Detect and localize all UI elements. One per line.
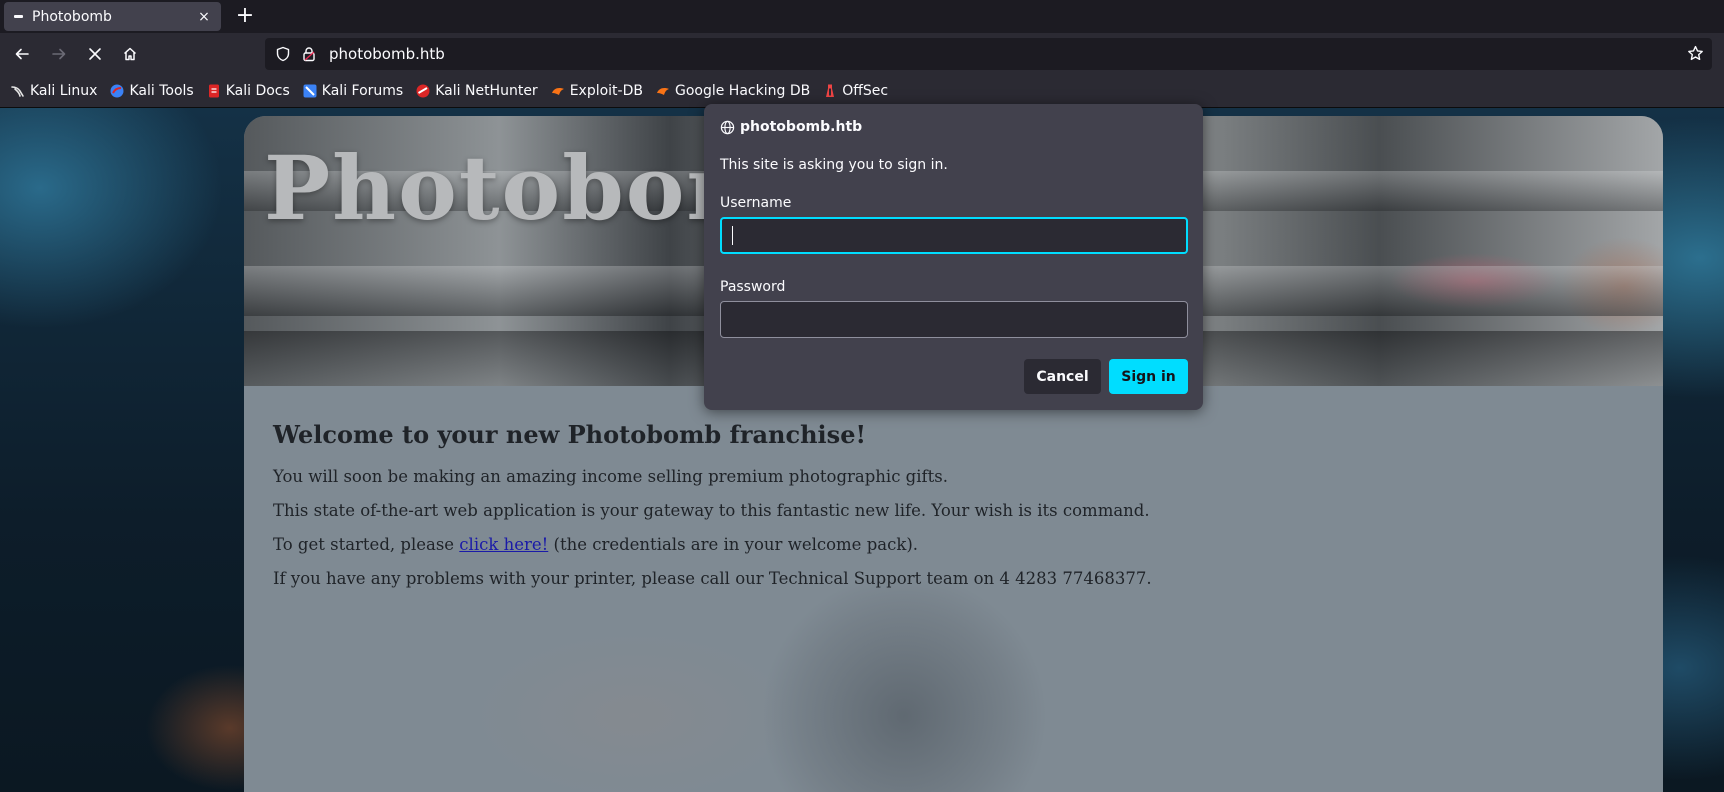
home-button[interactable] [116, 40, 144, 68]
dialog-host-text: photobomb.htb [740, 119, 863, 135]
bookmark-kali-docs[interactable]: Kali Docs [206, 83, 290, 99]
bookmark-kali-tools[interactable]: Kali Tools [109, 83, 194, 99]
ghdb-icon [656, 88, 669, 95]
paragraph-get-started: To get started, please click here! (the … [273, 535, 1573, 555]
dialog-host: photobomb.htb [720, 119, 862, 135]
tab-favicon-icon [14, 15, 23, 18]
bookmark-exploit-db[interactable]: Exploit-DB [550, 83, 643, 99]
dialog-message: This site is asking you to sign in. [720, 157, 948, 173]
username-label: Username [720, 195, 792, 211]
bookmark-google-hacking-db[interactable]: Google Hacking DB [655, 83, 810, 99]
close-x-icon [89, 48, 101, 60]
kali-tools-icon [110, 84, 124, 98]
offsec-icon [826, 84, 835, 97]
kali-forums-icon [303, 84, 317, 98]
kali-docs-icon [208, 84, 219, 98]
home-icon [123, 47, 137, 61]
bookmark-offsec[interactable]: OffSec [822, 83, 888, 99]
cancel-button[interactable]: Cancel [1024, 359, 1101, 394]
bookmark-label: Kali NetHunter [435, 83, 538, 99]
bookmark-label: Google Hacking DB [674, 83, 811, 99]
welcome-content: Welcome to your new Photobomb franchise!… [273, 420, 1573, 603]
tab-strip: Photobomb × + [0, 0, 1724, 33]
url-text[interactable]: photobomb.htb [329, 45, 445, 63]
tracking-protection-shield-icon[interactable] [275, 46, 291, 62]
tab-title: Photobomb [32, 8, 112, 25]
lock-icon[interactable] [301, 46, 317, 62]
kali-nethunter-icon [416, 84, 430, 98]
bookmark-label: Kali Tools [129, 83, 194, 99]
bookmark-label: Kali Docs [225, 83, 290, 99]
bookmark-kali-forums[interactable]: Kali Forums [302, 83, 403, 99]
new-tab-button[interactable]: + [232, 2, 258, 31]
bookmark-label: Kali Forums [321, 83, 404, 99]
main-content-area: Welcome to your new Photobomb franchise!… [244, 386, 1663, 792]
close-tab-icon[interactable]: × [195, 9, 213, 25]
globe-icon [720, 120, 735, 134]
page-heading: Welcome to your new Photobomb franchise! [273, 420, 866, 449]
forward-button[interactable] [45, 40, 73, 68]
credentials-note: (the credentials are in your welcome pac… [548, 535, 919, 554]
get-started-text: To get started, please [273, 535, 460, 554]
paragraph-support: If you have any problems with your print… [273, 569, 1152, 588]
bookmark-label: OffSec [842, 83, 889, 99]
bookmark-star-icon[interactable] [1687, 45, 1704, 62]
text-cursor [732, 226, 733, 245]
bookmark-label: Kali Linux [30, 83, 98, 99]
http-auth-dialog: photobomb.htb This site is asking you to… [704, 104, 1203, 410]
paragraph-gateway: This state of-the-art web application is… [273, 501, 1150, 520]
sign-in-button[interactable]: Sign in [1109, 359, 1188, 394]
exploit-db-icon [551, 88, 564, 95]
tab-photobomb[interactable]: Photobomb × [4, 2, 221, 31]
back-button[interactable] [8, 40, 36, 68]
arrow-right-icon [52, 48, 66, 60]
arrow-left-icon [15, 48, 29, 60]
password-input[interactable] [720, 301, 1188, 338]
stop-loading-button[interactable] [81, 40, 109, 68]
bookmark-kali-linux[interactable]: Kali Linux [10, 83, 97, 99]
bookmark-kali-nethunter[interactable]: Kali NetHunter [415, 83, 538, 99]
address-bar[interactable]: photobomb.htb [265, 38, 1712, 70]
bookmark-label: Exploit-DB [569, 83, 643, 99]
click-here-link[interactable]: click here! [459, 535, 548, 554]
kali-dragon-icon [11, 86, 24, 97]
paragraph-income: You will soon be making an amazing incom… [273, 467, 948, 486]
navigation-toolbar: photobomb.htb [0, 33, 1724, 75]
password-label: Password [720, 279, 786, 295]
username-input[interactable] [720, 217, 1188, 254]
